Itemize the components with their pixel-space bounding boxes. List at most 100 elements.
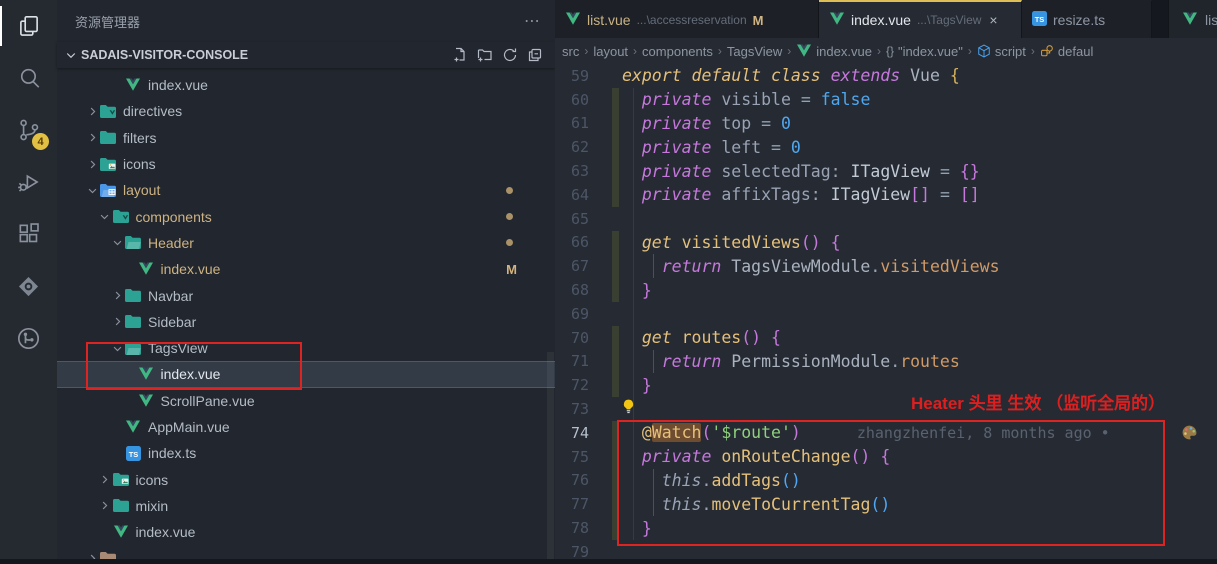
breadcrumb-item-src[interactable]: src xyxy=(562,44,579,59)
graph-extension-icon[interactable] xyxy=(0,312,57,364)
tree-item-partial[interactable] xyxy=(57,545,555,559)
collapse-folders-icon[interactable] xyxy=(527,47,543,63)
more-actions-icon[interactable]: ⋯ xyxy=(524,11,541,31)
code-line-62[interactable]: 62 private left = 0 xyxy=(555,135,1217,159)
workspace-section-header[interactable]: SADAIS-VISITOR-CONSOLE xyxy=(57,42,555,68)
tab-label: list.vue xyxy=(587,12,631,28)
chevron-down-icon xyxy=(65,49,77,61)
chevron-right-icon[interactable] xyxy=(85,106,99,117)
breadcrumb-item-components[interactable]: components xyxy=(642,44,713,59)
code-line-70[interactable]: 70 get routes() { xyxy=(555,326,1217,350)
tab-resize.ts[interactable]: TSresize.ts xyxy=(1022,0,1152,38)
folder-img-icon xyxy=(112,472,130,488)
chevron-down-icon[interactable] xyxy=(110,343,124,354)
code-line-69[interactable]: 69 xyxy=(555,302,1217,326)
tree-item-icons[interactable]: icons xyxy=(57,466,555,492)
chevron-down-icon[interactable] xyxy=(85,185,99,196)
tree-item-label: index.vue xyxy=(136,524,196,540)
chevron-down-icon[interactable] xyxy=(110,237,124,248)
code-editor[interactable]: 59export default class extends Vue {60 p… xyxy=(555,64,1217,559)
run-debug-icon[interactable] xyxy=(0,156,57,208)
tree-item-ScrollPane.vue[interactable]: ScrollPane.vue xyxy=(57,388,555,414)
tree-item-label: directives xyxy=(123,103,182,119)
chevron-right-icon[interactable] xyxy=(110,290,124,301)
tree-item-TagsView[interactable]: TagsView xyxy=(57,335,555,361)
code-line-77[interactable]: 77 this.moveToCurrentTag() xyxy=(555,492,1217,516)
tree-item-index.vue[interactable]: index.vueM xyxy=(57,256,555,282)
tab-list.vue[interactable]: list.vue...\accessreservationM xyxy=(555,0,819,38)
workspace-name: SADAIS-VISITOR-CONSOLE xyxy=(81,48,452,62)
code-line-64[interactable]: 64 private affixTags: ITagView[] = [] xyxy=(555,183,1217,207)
breadcrumb-item-TagsView[interactable]: TagsView xyxy=(727,44,782,59)
breadcrumb-item-layout[interactable]: layout xyxy=(593,44,628,59)
code-line-61[interactable]: 61 private top = 0 xyxy=(555,112,1217,136)
file-vue-icon xyxy=(137,393,155,409)
chevron-right-icon[interactable] xyxy=(85,132,99,143)
code-line-60[interactable]: 60 private visible = false xyxy=(555,88,1217,112)
code-line-71[interactable]: 71 return PermissionModule.routes xyxy=(555,350,1217,374)
breadcrumb-item-script[interactable]: script xyxy=(977,44,1026,59)
chevron-right-icon[interactable] xyxy=(98,500,112,511)
explorer-icon[interactable] xyxy=(0,0,57,52)
line-number: 74 xyxy=(555,424,595,442)
line-number: 73 xyxy=(555,400,595,418)
tree-item-label: Header xyxy=(148,235,194,251)
code-line-79[interactable]: 79 xyxy=(555,540,1217,564)
chevron-right-icon[interactable] xyxy=(85,159,99,170)
tree-item-index.vue[interactable]: index.vue xyxy=(57,361,555,387)
svg-text:TS: TS xyxy=(1035,15,1045,24)
tree-item-Header[interactable]: Header xyxy=(57,230,555,256)
code-line-67[interactable]: 67 return TagsViewModule.visitedViews xyxy=(555,254,1217,278)
lightbulb-icon[interactable] xyxy=(620,398,637,420)
tree-item-index.ts[interactable]: TSindex.ts xyxy=(57,440,555,466)
tree-item-components[interactable]: components xyxy=(57,203,555,229)
code-line-65[interactable]: 65 xyxy=(555,207,1217,231)
tree-item-Sidebar[interactable]: Sidebar xyxy=(57,309,555,335)
tree-item-index.vue[interactable]: index.vue xyxy=(57,72,555,98)
code-line-59[interactable]: 59export default class extends Vue { xyxy=(555,64,1217,88)
chevron-right-icon[interactable] xyxy=(85,553,99,559)
code-line-content: this.moveToCurrentTag() xyxy=(595,495,890,514)
gem-extension-icon[interactable] xyxy=(0,260,57,312)
breadcrumb-separator: › xyxy=(968,44,972,58)
search-icon[interactable] xyxy=(0,52,57,104)
code-line-73[interactable]: 73 xyxy=(555,397,1217,421)
tab-lis-group2[interactable]: lis xyxy=(1169,0,1217,38)
source-control-icon[interactable]: 4 xyxy=(0,104,57,156)
tree-item-Navbar[interactable]: Navbar xyxy=(57,282,555,308)
tree-item-AppMain.vue[interactable]: AppMain.vue xyxy=(57,414,555,440)
breadcrumb-separator: › xyxy=(633,44,637,58)
line-number: 79 xyxy=(555,543,595,561)
code-line-63[interactable]: 63 private selectedTag: ITagView = {} xyxy=(555,159,1217,183)
code-line-68[interactable]: 68 } xyxy=(555,278,1217,302)
chevron-down-icon[interactable] xyxy=(98,211,112,222)
code-line-74[interactable]: 74 @Watch('$route')zhangzhenfei, 8 month… xyxy=(555,421,1217,445)
chevron-right-icon[interactable] xyxy=(98,474,112,485)
tab-index.vue[interactable]: index.vue...\TagsView× xyxy=(819,0,1022,38)
tree-item-filters[interactable]: filters xyxy=(57,125,555,151)
code-line-76[interactable]: 76 this.addTags() xyxy=(555,469,1217,493)
breadcrumb-label: index.vue xyxy=(816,44,872,59)
code-line-66[interactable]: 66 get visitedViews() { xyxy=(555,231,1217,255)
refresh-icon[interactable] xyxy=(502,47,518,63)
vue-file-icon xyxy=(829,12,845,29)
tree-item-index.vue[interactable]: index.vue xyxy=(57,519,555,545)
tree-item-mixin[interactable]: mixin xyxy=(57,493,555,519)
code-line-78[interactable]: 78 } xyxy=(555,516,1217,540)
module-icon xyxy=(977,44,991,58)
sidebar-scrollbar[interactable] xyxy=(547,352,554,559)
code-line-72[interactable]: 72 } xyxy=(555,373,1217,397)
code-line-75[interactable]: 75 private onRouteChange() { xyxy=(555,445,1217,469)
tree-item-directives[interactable]: directives xyxy=(57,98,555,124)
tree-item-icons[interactable]: icons xyxy=(57,151,555,177)
breadcrumb-item-index.vue[interactable]: {}"index.vue" xyxy=(886,44,963,59)
extensions-icon[interactable] xyxy=(0,208,57,260)
line-number: 77 xyxy=(555,495,595,513)
tree-item-layout[interactable]: layout xyxy=(57,177,555,203)
breadcrumb-item-index.vue[interactable]: index.vue xyxy=(796,44,872,59)
close-icon[interactable]: × xyxy=(989,12,997,28)
new-file-icon[interactable] xyxy=(452,47,468,63)
new-folder-icon[interactable] xyxy=(477,47,493,63)
chevron-right-icon[interactable] xyxy=(110,316,124,327)
breadcrumb-item-defaul[interactable]: defaul xyxy=(1040,44,1093,59)
